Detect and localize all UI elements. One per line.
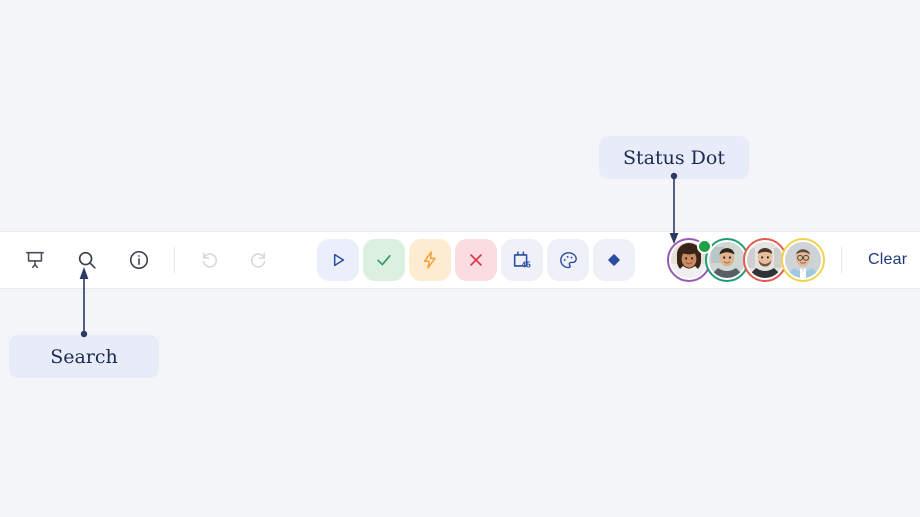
info-icon[interactable] — [122, 243, 156, 277]
approve-button[interactable] — [363, 239, 405, 281]
toolbar-divider-2 — [841, 247, 842, 273]
avatar-2-image — [709, 242, 745, 278]
toolbar-actions-group: 45 — [317, 239, 635, 281]
play-button[interactable] — [317, 239, 359, 281]
annotation-search-connector — [79, 267, 89, 338]
annotation-status-dot-connector — [669, 172, 679, 244]
page-root: 45 Clear Status Dot Search — [0, 0, 920, 517]
palette-button[interactable] — [547, 239, 589, 281]
presentation-icon[interactable] — [18, 243, 52, 277]
avatar-1-status-dot — [697, 239, 712, 254]
toolbar: 45 Clear — [0, 231, 920, 289]
avatar-4-image — [785, 242, 821, 278]
undo-icon[interactable] — [193, 243, 227, 277]
toolbar-divider-1 — [174, 247, 175, 273]
calendar-button[interactable]: 45 — [501, 239, 543, 281]
toolbar-history-group — [193, 243, 275, 277]
boost-button[interactable] — [409, 239, 451, 281]
diamond-button[interactable] — [593, 239, 635, 281]
reject-button[interactable] — [455, 239, 497, 281]
avatar-3-image — [747, 242, 783, 278]
redo-icon[interactable] — [241, 243, 275, 277]
avatar-4[interactable] — [781, 238, 825, 282]
svg-text:45: 45 — [522, 260, 532, 269]
clear-button[interactable]: Clear — [868, 251, 907, 269]
